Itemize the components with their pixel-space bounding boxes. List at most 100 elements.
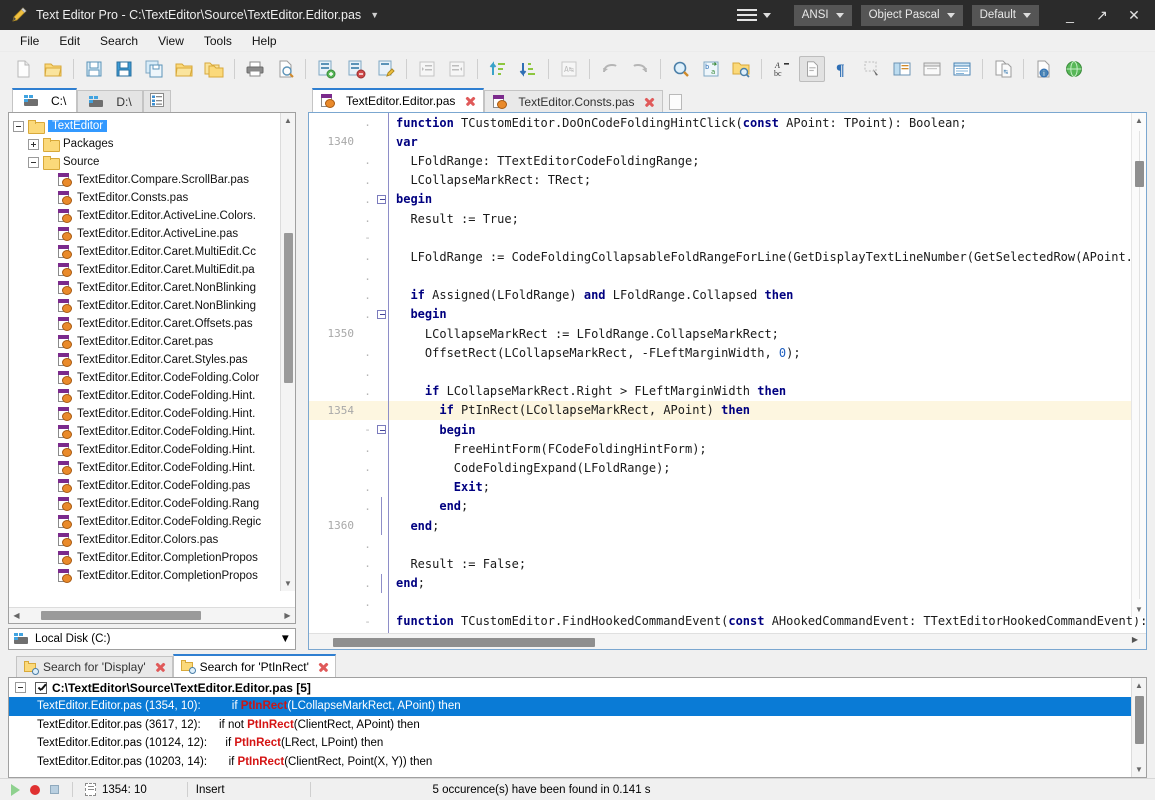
- insert-mode[interactable]: Insert: [196, 784, 225, 796]
- document-properties-icon[interactable]: ↹: [990, 56, 1016, 82]
- collapse-group-icon[interactable]: [15, 682, 26, 693]
- code-line[interactable]: . Exit;: [309, 477, 1146, 497]
- redo-icon[interactable]: [627, 56, 653, 82]
- tree-file-item[interactable]: TextEditor.Editor.Caret.Offsets.pas: [9, 315, 295, 333]
- code-line[interactable]: -: [309, 228, 1146, 248]
- word-wrap-icon[interactable]: [799, 56, 825, 82]
- edit-bookmark-icon[interactable]: [373, 56, 399, 82]
- search-result-row[interactable]: TextEditor.Editor.pas (3617, 12): if not …: [9, 716, 1146, 735]
- save-as-icon[interactable]: [111, 56, 137, 82]
- maximize-button[interactable]: ↗: [1087, 2, 1117, 28]
- scrollbar-thumb[interactable]: [1135, 696, 1144, 744]
- menu-item-tools[interactable]: Tools: [194, 30, 242, 52]
- fold-gutter[interactable]: [374, 194, 388, 204]
- menu-item-edit[interactable]: Edit: [49, 30, 90, 52]
- tree-folder-item[interactable]: TextEditor: [9, 117, 295, 135]
- expand-icon[interactable]: [28, 138, 39, 150]
- scroll-down-arrow-icon[interactable]: ▼: [1132, 602, 1146, 617]
- language-selector[interactable]: Object Pascal: [860, 4, 963, 26]
- fold-gutter[interactable]: [374, 425, 388, 435]
- chevron-down-icon[interactable]: [762, 12, 771, 18]
- scroll-left-arrow-icon[interactable]: ◀: [9, 608, 24, 623]
- scroll-up-arrow-icon[interactable]: ▲: [1132, 678, 1146, 693]
- remove-bookmark-icon[interactable]: [343, 56, 369, 82]
- new-file-icon[interactable]: [10, 56, 36, 82]
- indent-icon[interactable]: [414, 56, 440, 82]
- search-tab-display[interactable]: Search for 'Display': [16, 656, 173, 677]
- code-editor-viewport[interactable]: . function TCustomEditor.DoOnCodeFoldingH…: [309, 113, 1146, 633]
- tree-file-item[interactable]: TextEditor.Editor.Caret.pas: [9, 333, 295, 351]
- scroll-down-arrow-icon[interactable]: ▼: [1132, 762, 1146, 777]
- code-line[interactable]: . LFoldRange: TTextEditorCodeFoldingRang…: [309, 151, 1146, 171]
- scroll-down-arrow-icon[interactable]: ▼: [281, 576, 295, 591]
- search-result-row[interactable]: TextEditor.Editor.pas (1354, 10): if PtI…: [9, 697, 1146, 716]
- scroll-up-arrow-icon[interactable]: ▲: [1132, 113, 1146, 128]
- stop-icon[interactable]: [50, 785, 59, 794]
- code-line[interactable]: . end;: [309, 573, 1146, 593]
- split-view-icon[interactable]: [889, 56, 915, 82]
- fold-collapse-icon[interactable]: [376, 425, 386, 435]
- tree-file-item[interactable]: TextEditor.Editor.CodeFolding.pas: [9, 477, 295, 495]
- find-in-files-icon[interactable]: [728, 56, 754, 82]
- close-icon[interactable]: [317, 660, 330, 673]
- code-lines[interactable]: . function TCustomEditor.DoOnCodeFoldingH…: [309, 113, 1146, 633]
- fold-gutter[interactable]: [374, 516, 388, 536]
- tree-file-item[interactable]: TextEditor.Editor.Caret.MultiEdit.Cc: [9, 243, 295, 261]
- menu-item-help[interactable]: Help: [242, 30, 287, 52]
- tree-file-item[interactable]: TextEditor.Editor.Colors.pas: [9, 531, 295, 549]
- fold-collapse-icon[interactable]: [376, 194, 386, 204]
- search-tab-ptinrect[interactable]: Search for 'PtInRect': [172, 654, 336, 677]
- code-line[interactable]: . FreeHintForm(FCodeFoldingHintForm);: [309, 439, 1146, 459]
- search-result-row[interactable]: TextEditor.Editor.pas (10203, 14): if Pt…: [9, 753, 1146, 772]
- menu-item-search[interactable]: Search: [90, 30, 148, 52]
- fold-collapse-icon[interactable]: [376, 309, 386, 319]
- theme-selector[interactable]: Default: [971, 4, 1039, 26]
- tree-file-item[interactable]: TextEditor.Editor.CompletionPropos: [9, 567, 295, 585]
- tree-file-item[interactable]: TextEditor.Editor.CompletionPropos: [9, 549, 295, 567]
- search-results-list[interactable]: C:\TextEditor\Source\TextEditor.Editor.p…: [8, 677, 1147, 778]
- hamburger-icon[interactable]: [736, 6, 757, 24]
- code-line[interactable]: 1340 var: [309, 132, 1146, 152]
- scroll-left-arrow-icon[interactable]: [313, 637, 323, 646]
- compare-files-icon[interactable]: A↹: [556, 56, 582, 82]
- file-info-icon[interactable]: i: [1031, 56, 1057, 82]
- editor-tab-texteditor-editor[interactable]: TextEditor.Editor.pas: [312, 88, 485, 112]
- tree-file-item[interactable]: TextEditor.Editor.CodeFolding.Hint.: [9, 459, 295, 477]
- encoding-selector[interactable]: ANSI: [793, 4, 852, 26]
- code-line[interactable]: .: [309, 535, 1146, 555]
- undo-icon[interactable]: [597, 56, 623, 82]
- tree-file-item[interactable]: TextEditor.Consts.pas: [9, 189, 295, 207]
- close-icon[interactable]: [643, 95, 656, 108]
- chevron-down-icon[interactable]: ▼: [280, 633, 291, 645]
- fold-gutter[interactable]: [374, 309, 388, 319]
- code-line[interactable]: 1350 LCollapseMarkRect := LFoldRange.Col…: [309, 324, 1146, 344]
- spell-check-icon[interactable]: Abc: [769, 56, 795, 82]
- drive-tab-c[interactable]: C:\: [12, 88, 78, 112]
- collapse-icon[interactable]: [13, 120, 24, 132]
- record-icon[interactable]: [30, 784, 40, 795]
- add-bookmark-icon[interactable]: [313, 56, 339, 82]
- tree-file-item[interactable]: TextEditor.Editor.CodeFolding.Hint.: [9, 405, 295, 423]
- code-line[interactable]: .: [309, 592, 1146, 612]
- scrollbar-thumb[interactable]: [284, 233, 293, 383]
- new-document-icon[interactable]: [669, 94, 683, 110]
- tree-file-item[interactable]: TextEditor.Editor.Caret.MultiEdit.pa: [9, 261, 295, 279]
- code-line[interactable]: . if LCollapseMarkRect.Right > FLeftMarg…: [309, 381, 1146, 401]
- tree-file-item[interactable]: TextEditor.Editor.Caret.Styles.pas: [9, 351, 295, 369]
- code-line[interactable]: .: [309, 266, 1146, 286]
- chevron-down-icon[interactable]: ▼: [370, 10, 379, 20]
- code-line[interactable]: .: [309, 362, 1146, 382]
- print-preview-icon[interactable]: [272, 56, 298, 82]
- code-line[interactable]: . begin: [309, 304, 1146, 325]
- code-line[interactable]: . begin: [309, 189, 1146, 209]
- close-button[interactable]: ✕: [1119, 2, 1149, 28]
- collapse-icon[interactable]: [28, 156, 39, 168]
- group-checkbox[interactable]: [35, 681, 47, 694]
- code-line[interactable]: . CodeFoldingExpand(LFoldRange);: [309, 458, 1146, 478]
- tree-file-item[interactable]: TextEditor.Editor.CodeFolding.Rang: [9, 495, 295, 513]
- code-line[interactable]: . if Assigned(LFoldRange) and LFoldRange…: [309, 285, 1146, 305]
- tree-file-item[interactable]: TextEditor.Editor.ActiveLine.Colors.: [9, 207, 295, 225]
- tree-folder-item[interactable]: Packages: [9, 135, 295, 153]
- close-icon[interactable]: [464, 95, 477, 108]
- tree-file-item[interactable]: TextEditor.Compare.ScrollBar.pas: [9, 171, 295, 189]
